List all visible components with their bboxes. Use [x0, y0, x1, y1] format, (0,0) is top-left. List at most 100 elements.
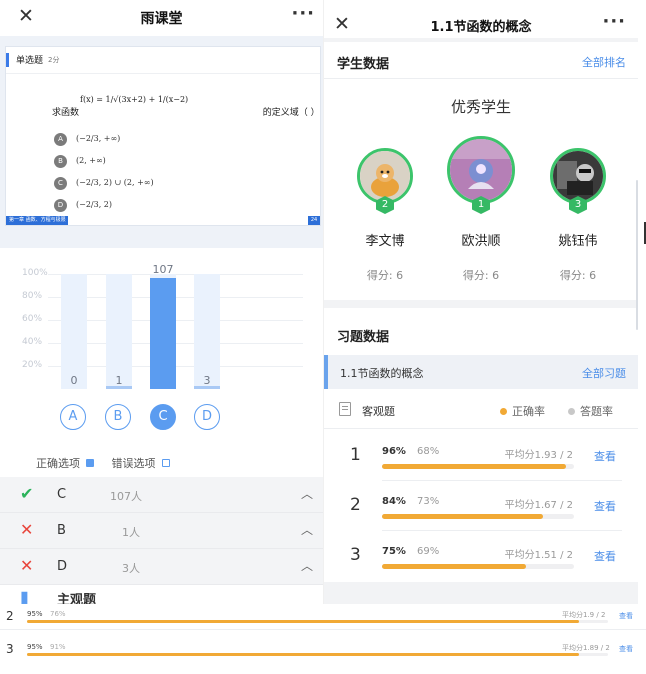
stem-suffix: 的定义域（ ）: [262, 108, 320, 118]
exercise-data-title: 习题数据: [337, 330, 390, 345]
cross-icon: ✕: [20, 556, 34, 575]
option-button-d[interactable]: D: [194, 404, 220, 430]
answer-row[interactable]: ✔ C 107人 ︿: [0, 477, 323, 513]
scrollbar[interactable]: [636, 180, 638, 330]
row-divider: [382, 530, 622, 531]
option-letter: B: [54, 155, 67, 168]
view-link[interactable]: 查看: [594, 548, 616, 564]
question-slide[interactable]: 单选题 2分 求函数 的定义域（ ） f(x) = 1/√(3x+2) + 1/…: [5, 46, 321, 226]
answer-rate: 69%: [417, 546, 440, 557]
view-link[interactable]: 查看: [594, 498, 616, 514]
more-options-icon[interactable]: ···: [602, 11, 626, 32]
y-tick-label: 40%: [22, 337, 43, 347]
answer-row-partial[interactable]: ▮ 主观题: [0, 585, 323, 604]
legend-wrong-label: 错误选项: [111, 457, 156, 470]
legend-answer-rate: 答题率: [568, 403, 613, 419]
answer-rate-dot: [568, 407, 575, 415]
bar-value-label: 0: [70, 374, 78, 387]
student-score: 得分: 6: [559, 269, 597, 282]
correct-rate: 75%: [382, 546, 406, 557]
average-score: 平均分1.93 / 2: [504, 450, 573, 461]
legend-correct-rate: 正确率: [500, 403, 545, 419]
answer-rate: 91%: [50, 643, 66, 651]
subjective-label: 主观题: [57, 593, 97, 604]
y-tick-label: 60%: [22, 314, 43, 324]
progress-fill: [382, 564, 526, 569]
slide-footer-chapter: 第一章 函数、方程与极限: [6, 216, 68, 225]
bar-track-b: [106, 274, 132, 389]
answer-count: 1人: [122, 526, 140, 539]
right-page-title: 1.1节函数的概念: [430, 20, 532, 35]
answer-option: B: [57, 523, 66, 538]
option-button-c[interactable]: C: [150, 404, 176, 430]
document-icon: [339, 402, 351, 416]
average-score: 平均分1.51 / 2: [504, 550, 573, 561]
chevron-up-icon[interactable]: ︿: [301, 521, 313, 538]
slide-footer: 第一章 函数、方程与极限 24: [6, 216, 320, 225]
answer-row[interactable]: ✕ B 1人 ︿: [0, 513, 323, 549]
progress-track: [27, 620, 608, 623]
chapter-title: 1.1节函数的概念: [340, 367, 424, 380]
bottom-gap: [324, 582, 638, 604]
student-data-title: 学生数据: [337, 57, 390, 72]
student-score: 得分: 6: [366, 269, 404, 282]
more-options-icon[interactable]: ···: [291, 3, 315, 24]
chevron-up-icon[interactable]: ︿: [301, 485, 313, 502]
legend-wrong-swatch: [161, 459, 170, 467]
answer-count: 107人: [110, 490, 142, 503]
question-row: 2 84% 73% 平均分1.67 / 2 查看: [324, 485, 638, 535]
answer-rate: 73%: [417, 496, 440, 507]
cross-icon: ✕: [20, 520, 34, 539]
bar-track-d: [194, 274, 220, 389]
progress-track: [382, 464, 574, 469]
bar-value-label: 3: [203, 374, 211, 387]
bottom-question-row: 2 95% 76% 平均分1.9 / 2 查看: [0, 607, 646, 641]
option-letter: D: [54, 199, 67, 212]
avatar: [447, 136, 515, 204]
progress-track: [382, 564, 574, 569]
student-card-rank-3[interactable]: 3 姚钰伟 得分: 6: [538, 148, 618, 283]
view-link[interactable]: 查看: [594, 448, 616, 464]
progress-fill: [382, 514, 544, 519]
option-button-b[interactable]: B: [105, 404, 131, 430]
right-panel: ✕ 1.1节函数的概念 ··· 学生数据 全部排名 优秀学生 2 李文博 得分:…: [323, 0, 638, 604]
question-stem: 求函数 的定义域（ ）: [52, 105, 320, 118]
y-tick-label: 20%: [22, 360, 43, 370]
question-formula: f(x) = 1/√(3x+2) + 1/(x−2): [80, 95, 188, 104]
bar-c: [150, 278, 176, 389]
view-link[interactable]: 查看: [619, 611, 633, 621]
answer-rate: 76%: [50, 610, 66, 618]
top-students-title: 优秀学生: [450, 98, 511, 116]
chapter-row: 1.1节函数的概念 全部习题: [324, 355, 638, 389]
option-button-a[interactable]: A: [60, 404, 86, 430]
correct-rate: 95%: [27, 610, 43, 618]
question-row: 1 96% 68% 平均分1.93 / 2 查看: [324, 435, 638, 485]
chevron-up-icon[interactable]: ︿: [301, 557, 313, 574]
question-number: 3: [6, 642, 14, 656]
objective-header: 客观题 正确率 答题率: [324, 398, 638, 422]
slide-page-number: 24: [308, 216, 320, 225]
student-name: 姚钰伟: [558, 234, 598, 249]
correct-rate: 95%: [27, 643, 43, 651]
question-type: 单选题: [16, 56, 44, 66]
legend-correct-swatch: [86, 459, 94, 467]
all-exercises-link[interactable]: 全部习题: [582, 365, 626, 381]
left-panel: ✕ 雨课堂 ··· 单选题 2分 求函数 的定义域（ ） f(x) = 1/√(…: [0, 0, 323, 604]
answer-distribution-chart: 100% 80% 60% 40% 20% 0 1 107 3: [0, 258, 323, 398]
option-text: (2, +∞): [76, 156, 106, 165]
option-letter: C: [54, 177, 67, 190]
view-link[interactable]: 查看: [619, 644, 633, 654]
answer-row[interactable]: ✕ D 3人 ︿: [0, 549, 323, 585]
correct-rate: 96%: [382, 446, 406, 457]
stem-prefix: 求函数: [52, 108, 80, 118]
option-letter: A: [54, 133, 67, 146]
right-top-bar: ✕ 1.1节函数的概念 ···: [324, 0, 638, 36]
objective-label: 客观题: [362, 405, 395, 418]
student-card-rank-2[interactable]: 2 李文博 得分: 6: [345, 148, 425, 283]
answer-option: C: [57, 487, 67, 502]
all-ranking-link[interactable]: 全部排名: [582, 54, 626, 70]
student-name: 欧洪顺: [461, 234, 501, 249]
question-score: 2分: [48, 56, 60, 64]
answer-option: D: [57, 559, 68, 574]
student-card-rank-1[interactable]: 1 欧洪顺 得分: 6: [441, 136, 521, 283]
